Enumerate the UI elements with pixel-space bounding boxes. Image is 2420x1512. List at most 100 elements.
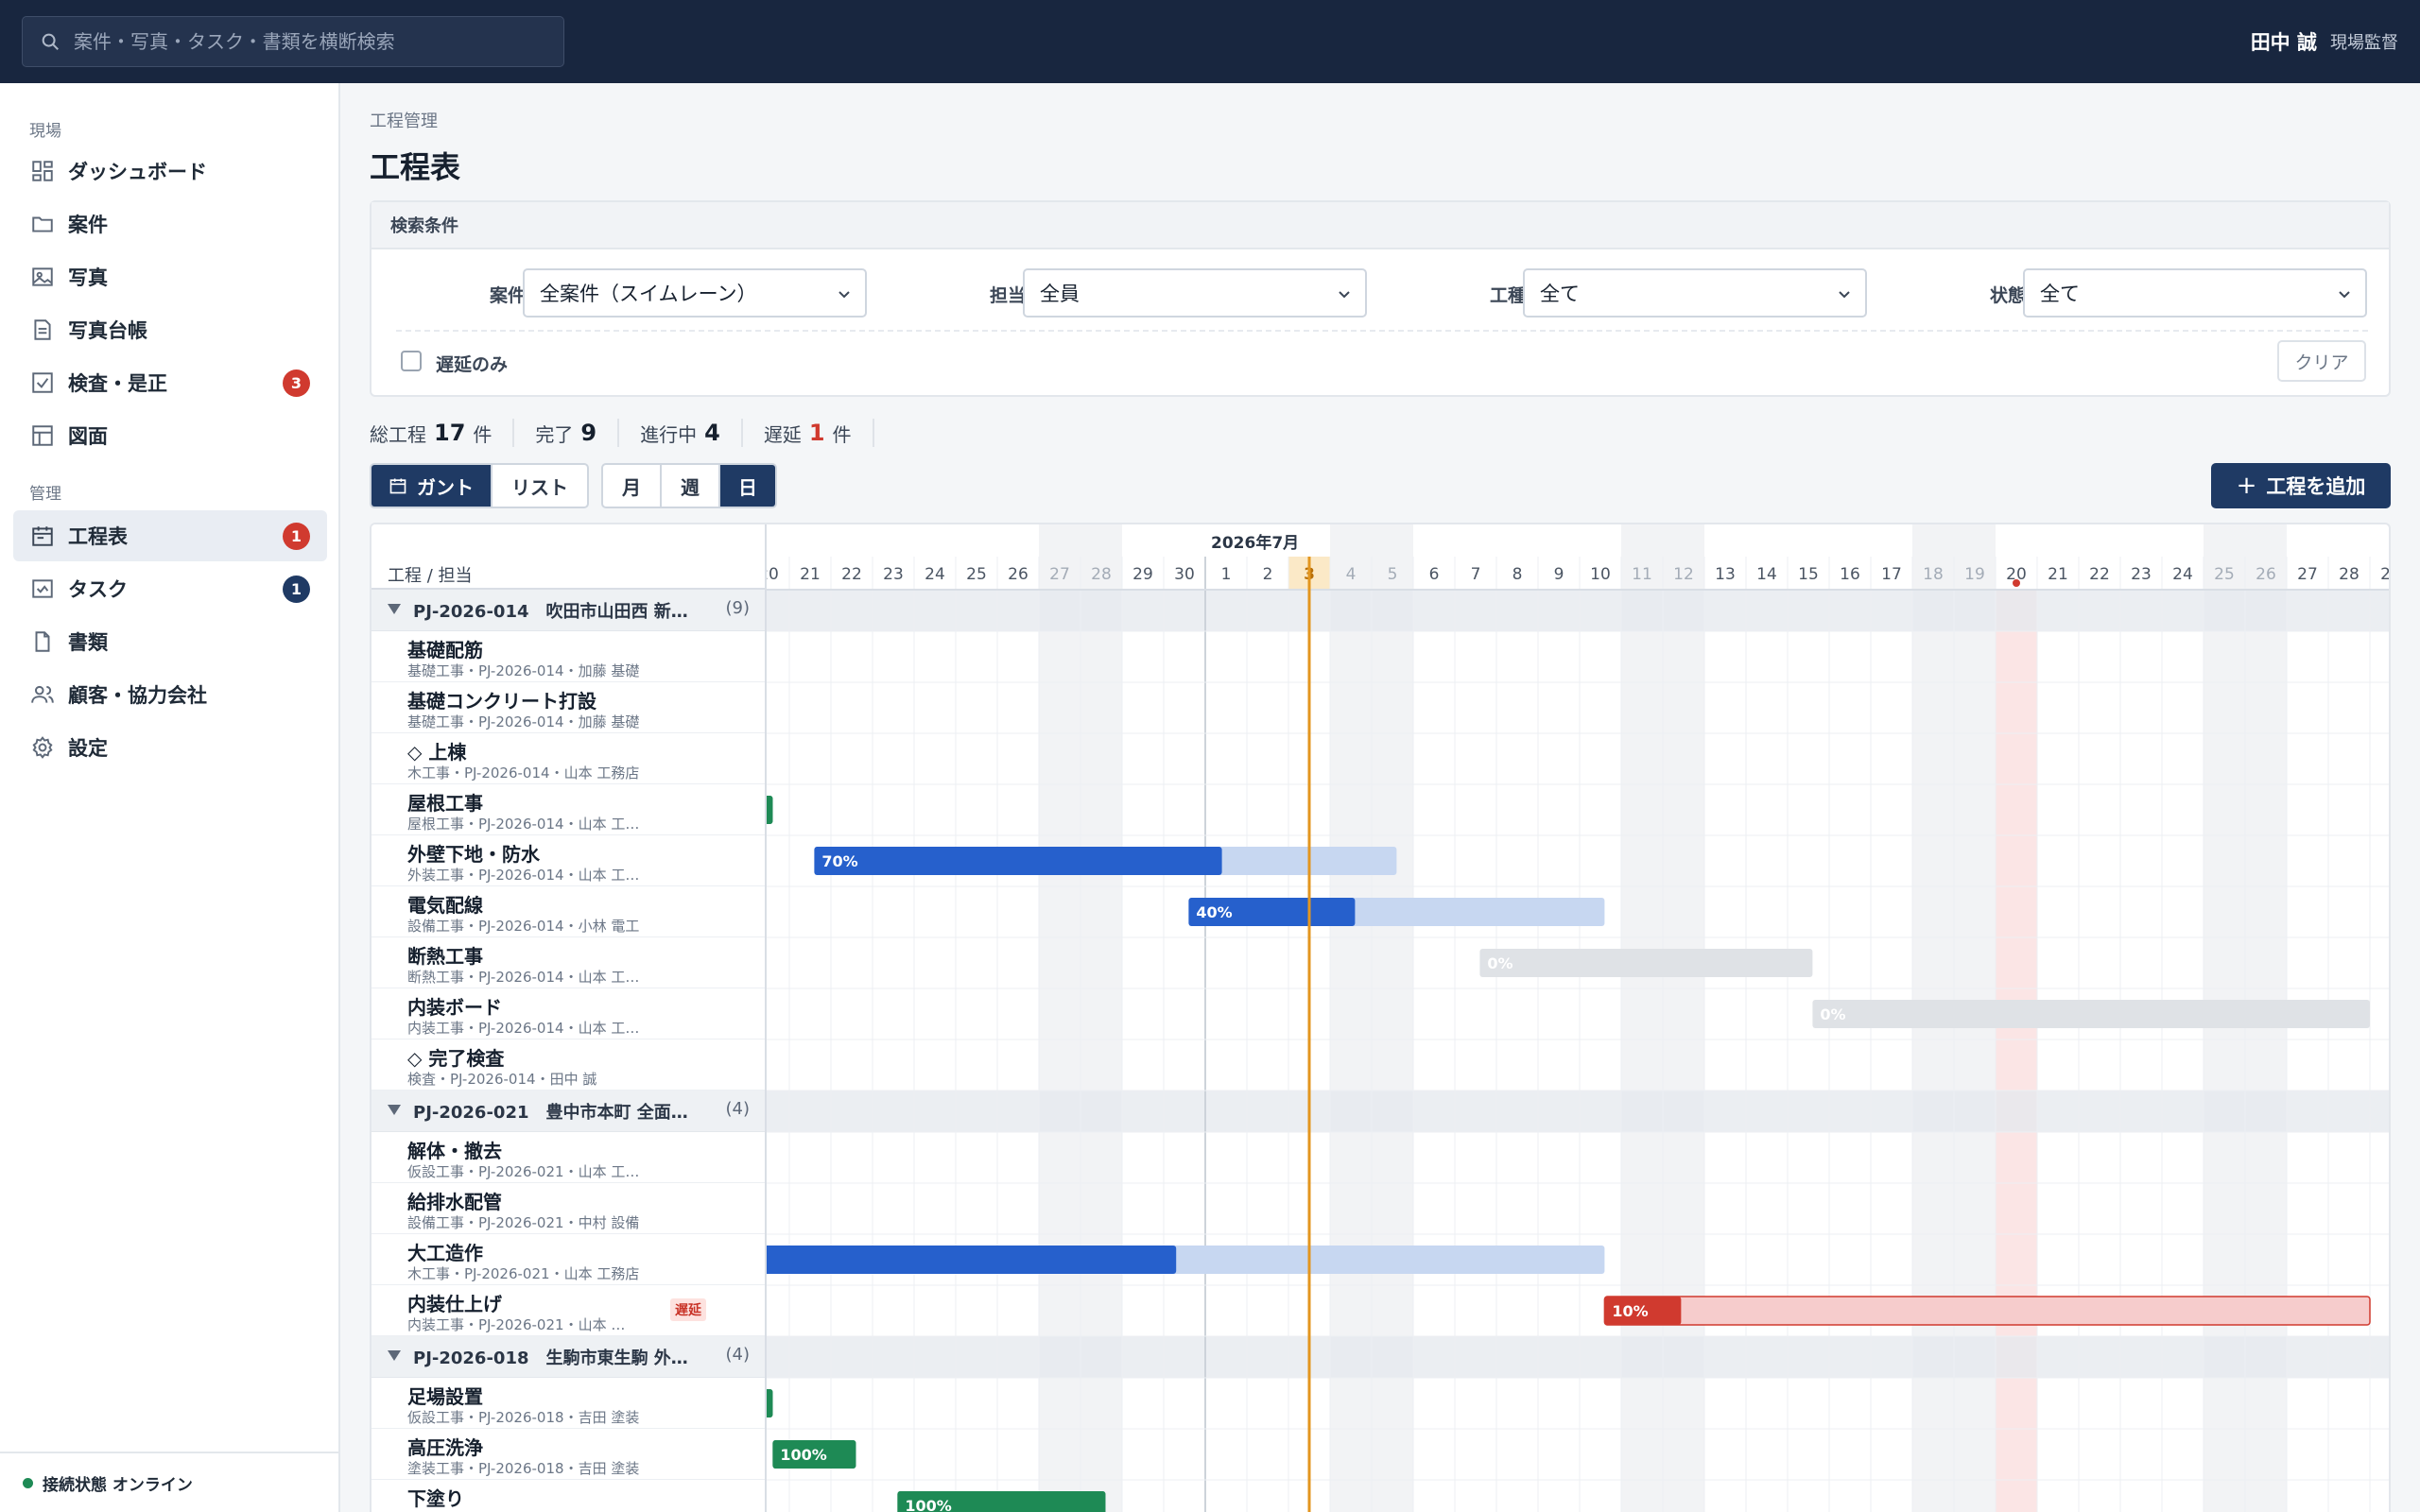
day-label: 26: [2256, 565, 2276, 584]
day-label: 22: [841, 565, 862, 584]
project-filter-select[interactable]: 全案件（スイムレーン）: [523, 268, 867, 318]
gantt-task-row[interactable]: 内装ボード 内装工事・PJ-2026-014・山本 工務店: [372, 988, 765, 1040]
gantt-task-row[interactable]: 下塗り塗装工事・PJ-2026-018・吉田 塗装: [372, 1480, 765, 1512]
day-label: 27: [1049, 565, 1070, 584]
task-name: 屋根工事: [407, 792, 483, 815]
gantt-task-row[interactable]: 電気配線 設備工事・PJ-2026-014・小林 電工: [372, 886, 765, 937]
task-meta: 内装工事・PJ-2026-021・山本 …: [407, 1316, 626, 1333]
sidebar-item-inspection[interactable]: 検査・是正 3: [13, 357, 327, 408]
gantt-task-row[interactable]: 外壁下地・防水 外装工事・PJ-2026-014・山本 工務店: [372, 835, 765, 886]
gear-icon: [32, 736, 53, 759]
sidebar-item-dashboard[interactable]: ダッシュボード: [13, 146, 327, 197]
view-mode-toggle: ガント リスト: [370, 463, 589, 508]
document-icon: [34, 319, 51, 340]
day-label: 20: [767, 565, 779, 584]
week-scale-button[interactable]: 週: [662, 465, 720, 507]
add-process-label: 工程を追加: [2266, 475, 2366, 498]
gantt-group-row[interactable]: PJ-2026-014 吹田市山田西 新築… (9): [372, 590, 765, 631]
file-icon: [35, 631, 50, 652]
gantt-group-row[interactable]: PJ-2026-021 豊中市本町 全面リ… (4): [372, 1091, 765, 1132]
day-scale-button[interactable]: 日: [720, 465, 775, 507]
sidebar-item-customers[interactable]: 顧客・協力会社: [13, 669, 327, 720]
task-meta: 木工事・PJ-2026-021・山本 工務店: [407, 1265, 640, 1282]
breadcrumb[interactable]: 工程管理: [370, 108, 438, 132]
gantt-left-header: 工程 / 担当: [372, 524, 765, 590]
task-name: 下塗り: [407, 1487, 464, 1510]
search-icon: [42, 33, 59, 50]
sidebar-item-photo-ledger[interactable]: 写真台帳: [13, 304, 327, 355]
project-filter-value: 全案件（スイムレーン）: [540, 283, 757, 305]
gantt-task-row[interactable]: 基礎コンクリート打設 基礎工事・PJ-2026-014・加藤 基礎: [372, 682, 765, 733]
clear-button[interactable]: クリア: [2277, 340, 2366, 382]
delayed-only-label[interactable]: 遅延のみ: [436, 351, 508, 376]
gantt-task-row[interactable]: 給排水配管 設備工事・PJ-2026-021・中村 設備: [372, 1183, 765, 1234]
task-meta: 内装工事・PJ-2026-014・山本 工務店: [407, 1020, 653, 1037]
gantt-task-row[interactable]: 基礎配筋 基礎工事・PJ-2026-014・加藤 基礎: [372, 631, 765, 682]
day-label: 25: [966, 565, 987, 584]
gantt-task-row[interactable]: 内装仕上げ 内装工事・PJ-2026-021・山本 … 遅延: [372, 1285, 765, 1336]
task-name: 内装ボード: [407, 996, 502, 1019]
day-label: 18: [1923, 565, 1944, 584]
day-label: 5: [1388, 565, 1398, 584]
day-label: 14: [1756, 565, 1777, 584]
gantt-task-row[interactable]: 解体・撤去 仮設工事・PJ-2026-021・山本 工務店: [372, 1132, 765, 1183]
day-label: 19: [1964, 565, 1985, 584]
sidebar-item-schedule[interactable]: 工程表 1: [13, 510, 327, 561]
sidebar-item-projects[interactable]: 案件: [13, 198, 327, 249]
task-meta: 屋根工事・PJ-2026-014・山本 工務店: [407, 816, 653, 833]
summary-total-label: 総工程: [370, 422, 426, 446]
gantt-bar: [1603, 1296, 2371, 1326]
gantt-task-row[interactable]: 足場設置 仮設工事・PJ-2026-018・吉田 塗装: [372, 1378, 765, 1429]
collapse-triangle-icon[interactable]: [388, 1105, 401, 1115]
sidebar-item-settings[interactable]: 設定: [13, 722, 327, 773]
gantt-task-row[interactable]: ◇ 上棟 木工事・PJ-2026-014・山本 工務店: [372, 733, 765, 784]
group-title: PJ-2026-014 吹田市山田西 新築…: [413, 602, 697, 622]
sidebar-item-label: ダッシュボード: [68, 161, 207, 183]
summary-done-value: 9: [580, 420, 597, 446]
delayed-only-checkbox[interactable]: [401, 351, 422, 371]
gantt-bar-label: 100%: [780, 1446, 826, 1464]
month-scale-button[interactable]: 月: [603, 465, 662, 507]
assignee-filter-select[interactable]: 全員: [1023, 268, 1367, 318]
trade-filter-select[interactable]: 全て: [1523, 268, 1867, 318]
gantt-task-row[interactable]: ◇ 完了検査 検査・PJ-2026-014・田中 誠: [372, 1040, 765, 1091]
day-label: 12: [1673, 565, 1694, 584]
gantt-view-button[interactable]: ガント: [372, 465, 493, 507]
gantt-task-row[interactable]: 屋根工事 屋根工事・PJ-2026-014・山本 工務店: [372, 784, 765, 835]
summary-progress-value: 4: [704, 420, 720, 446]
add-process-button[interactable]: + 工程を追加: [2211, 463, 2391, 508]
day-label: 29: [2380, 565, 2391, 584]
sidebar-item-label: 設定: [68, 737, 108, 760]
user-role: 現場監督: [2330, 33, 2398, 53]
task-name: ◇ 完了検査: [407, 1047, 505, 1070]
task-meta: 塗装工事・PJ-2026-018・吉田 塗装: [407, 1460, 640, 1477]
group-title: PJ-2026-018 生駒市東生駒 外壁…: [413, 1349, 697, 1368]
sidebar-item-label: タスク: [68, 578, 128, 601]
gantt-bar-label: 10%: [1612, 1302, 1648, 1320]
top-bar: 田中 誠 現場監督: [0, 0, 2420, 83]
calendar-icon: [32, 526, 53, 546]
sidebar-item-documents[interactable]: 書類: [13, 616, 327, 667]
task-meta: 基礎工事・PJ-2026-014・加藤 基礎: [407, 662, 640, 679]
gantt-task-row[interactable]: 大工造作 木工事・PJ-2026-021・山本 工務店: [372, 1234, 765, 1285]
gantt-task-row[interactable]: 断熱工事 断熱工事・PJ-2026-014・山本 工務店: [372, 937, 765, 988]
collapse-triangle-icon[interactable]: [388, 604, 401, 614]
search-input[interactable]: [74, 23, 546, 60]
filter-panel: 検索条件 案件 全案件（スイムレーン） 担当 全員 工種 全て 状態 全て 遅延…: [370, 200, 2391, 397]
user-info[interactable]: 田中 誠 現場監督: [2251, 0, 2398, 83]
gantt-task-row[interactable]: 高圧洗浄 塗装工事・PJ-2026-018・吉田 塗装: [372, 1429, 765, 1480]
global-search[interactable]: [22, 16, 564, 67]
list-view-button[interactable]: リスト: [493, 465, 587, 507]
status-filter-select[interactable]: 全て: [2023, 268, 2367, 318]
collapse-triangle-icon[interactable]: [388, 1350, 401, 1361]
task-name: 基礎コンクリート打設: [407, 690, 596, 713]
sidebar-item-photos[interactable]: 写真: [13, 251, 327, 302]
summary-late: 遅延 1 件: [743, 419, 874, 447]
sidebar-item-label: 書類: [68, 631, 108, 654]
filter-heading: 検索条件: [372, 202, 2389, 249]
sidebar-item-tasks[interactable]: タスク 1: [13, 563, 327, 614]
task-name: 高圧洗浄: [407, 1436, 483, 1459]
task-name: 給排水配管: [407, 1191, 502, 1213]
sidebar-item-drawings[interactable]: 図面: [13, 410, 327, 461]
gantt-group-row[interactable]: PJ-2026-018 生駒市東生駒 外壁… (4): [372, 1336, 765, 1378]
